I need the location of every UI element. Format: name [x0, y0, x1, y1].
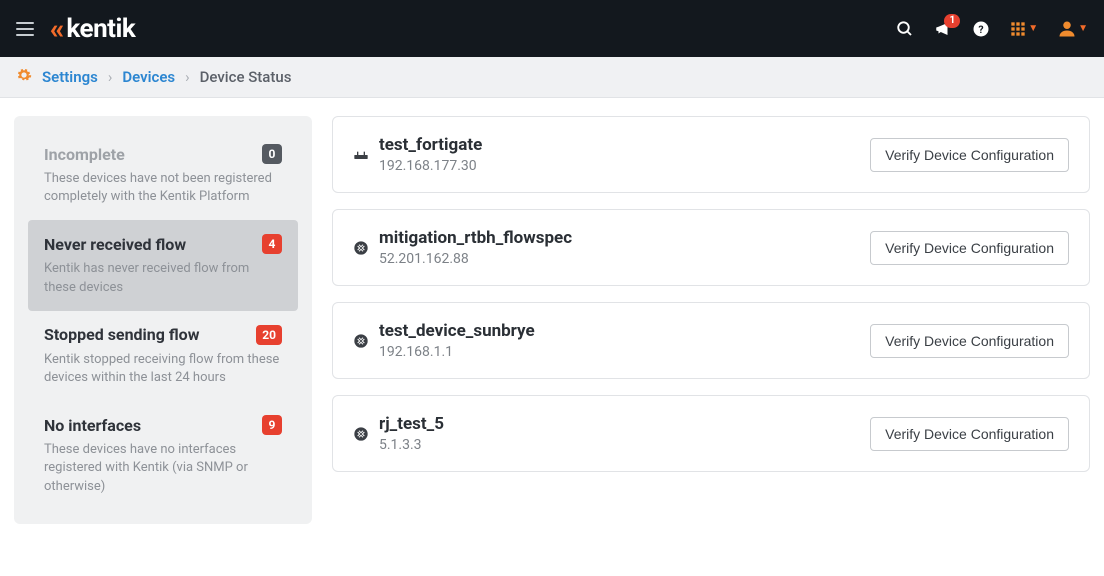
menu-toggle-button[interactable] [16, 22, 34, 36]
firewall-icon [353, 147, 379, 163]
chevron-down-icon: ▼ [1078, 23, 1088, 34]
breadcrumb-devices[interactable]: Devices [122, 68, 175, 86]
user-icon [1058, 20, 1076, 38]
sidebar-item-title: Stopped sending flow [44, 325, 199, 344]
device-name: test_fortigate [379, 135, 870, 155]
verify-config-button[interactable]: Verify Device Configuration [870, 231, 1069, 265]
count-badge: 20 [256, 325, 282, 345]
chevron-right-icon: › [185, 68, 190, 86]
sidebar-item-never-received[interactable]: Never received flow 4 Kentik has never r… [28, 220, 298, 310]
sidebar-item-desc: These devices have no interfaces registe… [44, 441, 282, 496]
sidebar-item-no-interfaces[interactable]: No interfaces 9 These devices have no in… [28, 401, 298, 510]
device-name: rj_test_5 [379, 414, 870, 434]
user-menu-button[interactable]: ▼ [1058, 20, 1088, 38]
count-badge: 9 [262, 415, 282, 435]
brand-logo[interactable]: « kentik [50, 12, 135, 45]
device-ip: 192.168.1.1 [379, 344, 870, 360]
top-nav-right: 1 ? ▼ ▼ [896, 20, 1088, 38]
sidebar-item-desc: Kentik has never received flow from thes… [44, 260, 282, 296]
device-name: mitigation_rtbh_flowspec [379, 228, 870, 248]
verify-config-button[interactable]: Verify Device Configuration [870, 417, 1069, 451]
sidebar-item-title: No interfaces [44, 416, 141, 435]
breadcrumb-settings[interactable]: Settings [42, 68, 98, 86]
content: Incomplete 0 These devices have not been… [0, 98, 1104, 542]
device-ip: 52.201.162.88 [379, 251, 870, 267]
sidebar-item-incomplete[interactable]: Incomplete 0 These devices have not been… [28, 130, 298, 220]
count-badge: 0 [262, 144, 282, 164]
top-nav: « kentik 1 ? ▼ ▼ [0, 0, 1104, 57]
sidebar-item-stopped-sending[interactable]: Stopped sending flow 20 Kentik stopped r… [28, 311, 298, 401]
breadcrumb-current: Device Status [200, 68, 292, 86]
apps-menu-button[interactable]: ▼ [1010, 21, 1038, 37]
router-icon [353, 240, 379, 256]
notification-badge: 1 [944, 14, 960, 28]
top-nav-left: « kentik [16, 12, 135, 45]
device-ip: 192.168.177.30 [379, 158, 870, 174]
chevron-right-icon: › [108, 68, 113, 86]
help-icon: ? [972, 20, 990, 38]
sidebar-item-title: Never received flow [44, 235, 186, 254]
device-list: test_fortigate 192.168.177.30 Verify Dev… [332, 116, 1090, 524]
help-button[interactable]: ? [972, 20, 990, 38]
verify-config-button[interactable]: Verify Device Configuration [870, 324, 1069, 358]
device-row: test_fortigate 192.168.177.30 Verify Dev… [332, 116, 1090, 193]
gear-icon [16, 67, 32, 87]
notifications-button[interactable]: 1 [934, 20, 952, 38]
verify-config-button[interactable]: Verify Device Configuration [870, 138, 1069, 172]
search-icon [896, 20, 914, 38]
router-icon [353, 333, 379, 349]
device-row: rj_test_5 5.1.3.3 Verify Device Configur… [332, 395, 1090, 472]
device-ip: 5.1.3.3 [379, 437, 870, 453]
svg-text:?: ? [979, 22, 984, 35]
chevron-down-icon: ▼ [1028, 23, 1038, 34]
device-row: test_device_sunbrye 192.168.1.1 Verify D… [332, 302, 1090, 379]
sidebar-item-desc: These devices have not been registered c… [44, 170, 282, 206]
brand-name: kentik [66, 14, 135, 44]
logo-mark-icon: « [50, 12, 62, 45]
device-name: test_device_sunbrye [379, 321, 870, 341]
search-button[interactable] [896, 20, 914, 38]
router-icon [353, 426, 379, 442]
count-badge: 4 [262, 234, 282, 254]
breadcrumb: Settings › Devices › Device Status [0, 57, 1104, 98]
grid-icon [1010, 21, 1026, 37]
sidebar-item-desc: Kentik stopped receiving flow from these… [44, 351, 282, 387]
status-sidebar: Incomplete 0 These devices have not been… [14, 116, 312, 524]
sidebar-item-title: Incomplete [44, 145, 125, 164]
device-row: mitigation_rtbh_flowspec 52.201.162.88 V… [332, 209, 1090, 286]
